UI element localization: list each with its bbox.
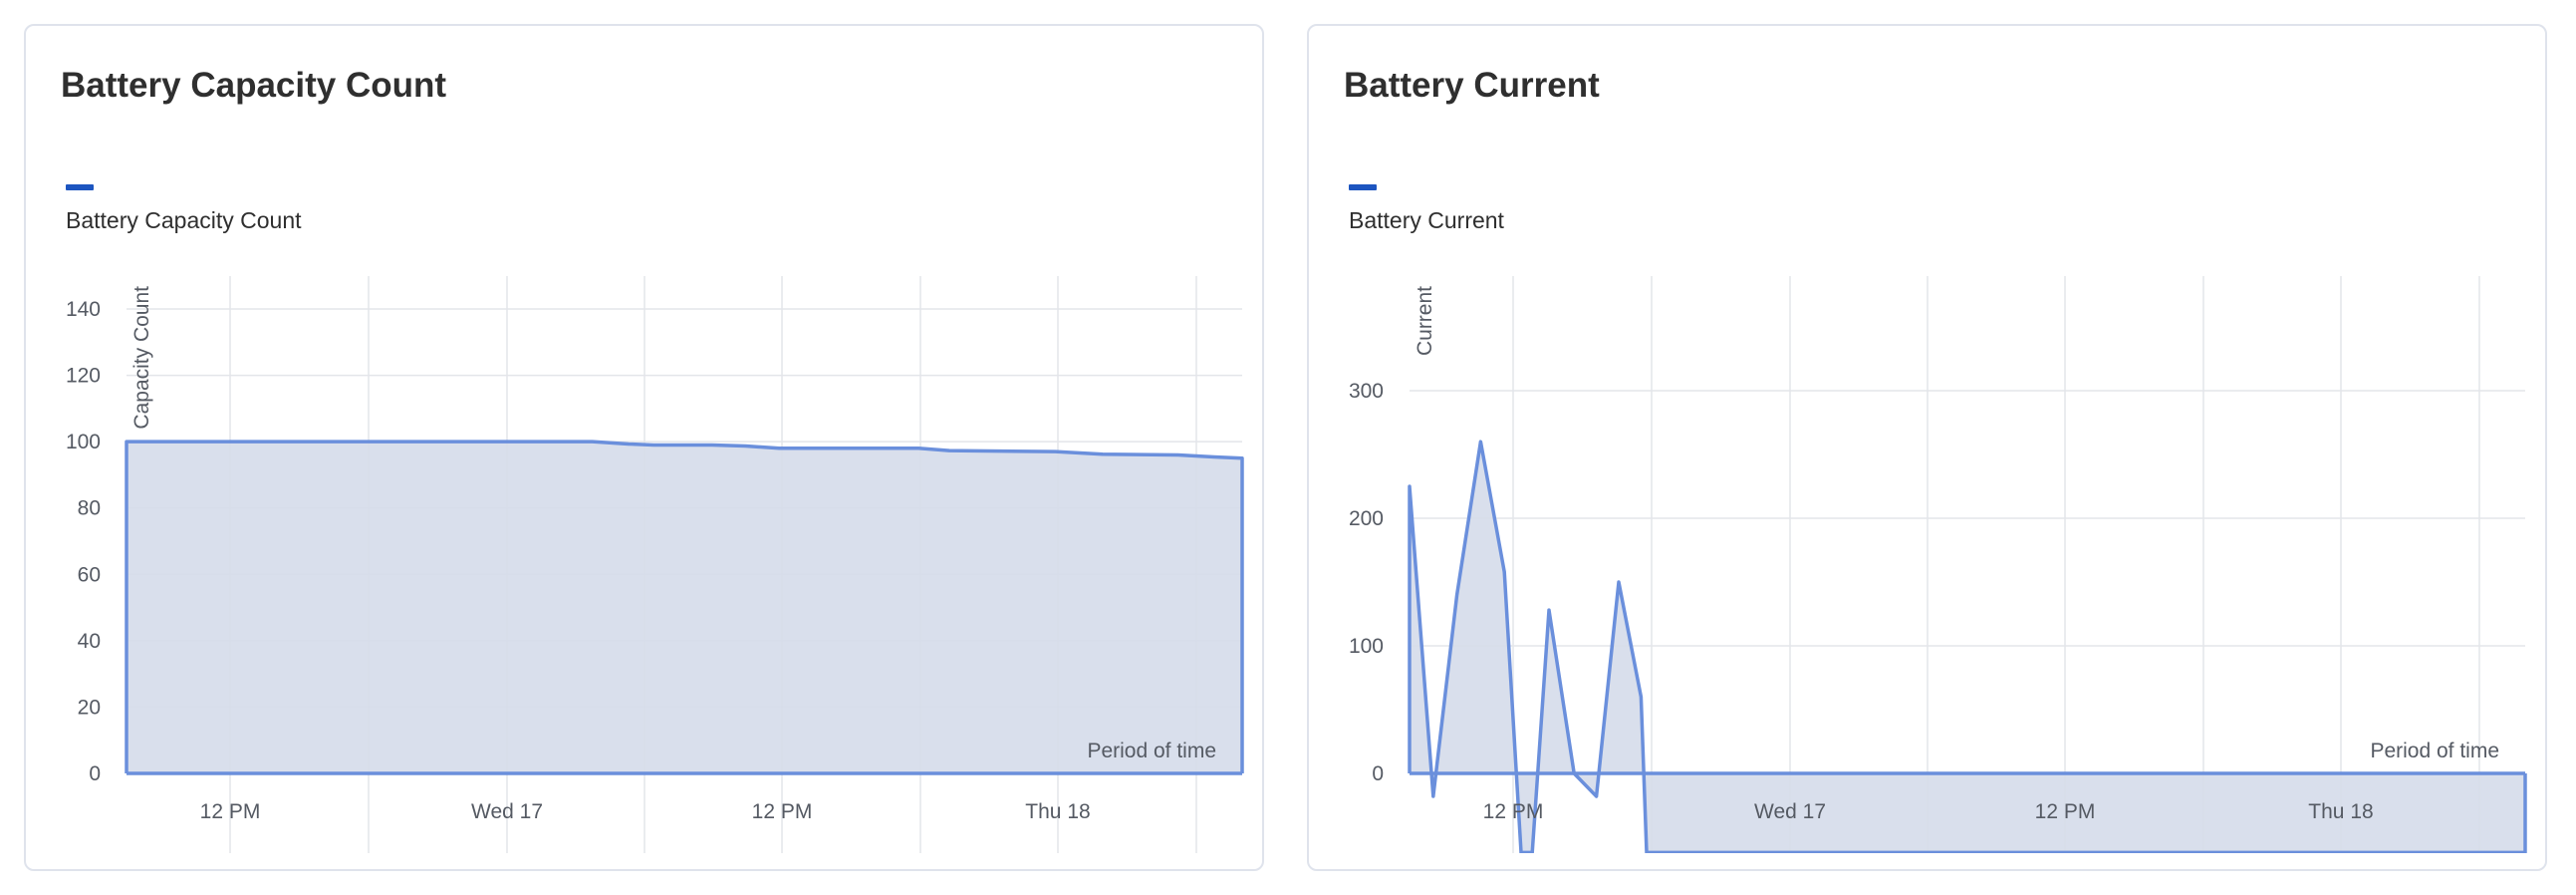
x-tick-label: Wed 17 xyxy=(1754,800,1826,823)
x-tick-label: 12 PM xyxy=(200,800,261,823)
series-area xyxy=(127,442,1242,773)
y-tick-label: 140 xyxy=(66,298,101,321)
y-axis-title: Capacity Count xyxy=(130,286,153,430)
y-tick-label: 100 xyxy=(1349,635,1384,658)
y-tick-label: 200 xyxy=(1349,507,1384,530)
chart-card-capacity: Battery Capacity Count Battery Capacity … xyxy=(24,24,1264,871)
x-tick-label: 12 PM xyxy=(1483,800,1544,823)
x-tick-label: Thu 18 xyxy=(1025,800,1090,823)
y-tick-label: 300 xyxy=(1349,380,1384,403)
y-tick-label: 80 xyxy=(78,497,101,520)
y-axis-title: Current xyxy=(1414,286,1436,356)
x-tick-label: 12 PM xyxy=(752,800,813,823)
y-tick-label: 40 xyxy=(78,630,101,653)
series-area xyxy=(1410,442,2525,853)
y-tick-label: 20 xyxy=(78,696,101,719)
x-tick-label: Thu 18 xyxy=(2308,800,2373,823)
x-tick-label: 12 PM xyxy=(2035,800,2096,823)
y-tick-label: 0 xyxy=(1372,762,1384,785)
y-tick-label: 0 xyxy=(89,762,101,785)
grid xyxy=(1410,276,2525,853)
x-axis-title: Period of time xyxy=(2370,740,2499,762)
chart-plot: 0 100 200 300 12 PM Wed 17 12 PM Thu 18 Period o… xyxy=(1349,276,2527,853)
chart-plot: 0 20 40 60 80 100 120 140 12 PM Wed 17 12 PM Thu 18… xyxy=(66,276,1244,853)
x-tick-label: Wed 17 xyxy=(471,800,543,823)
x-axis-title: Period of time xyxy=(1087,740,1216,762)
y-tick-label: 100 xyxy=(66,431,101,453)
chart-card-current: Battery Current Battery Current 0 100 200 3… xyxy=(1307,24,2547,871)
y-tick-label: 60 xyxy=(78,563,101,586)
y-tick-label: 120 xyxy=(66,365,101,388)
